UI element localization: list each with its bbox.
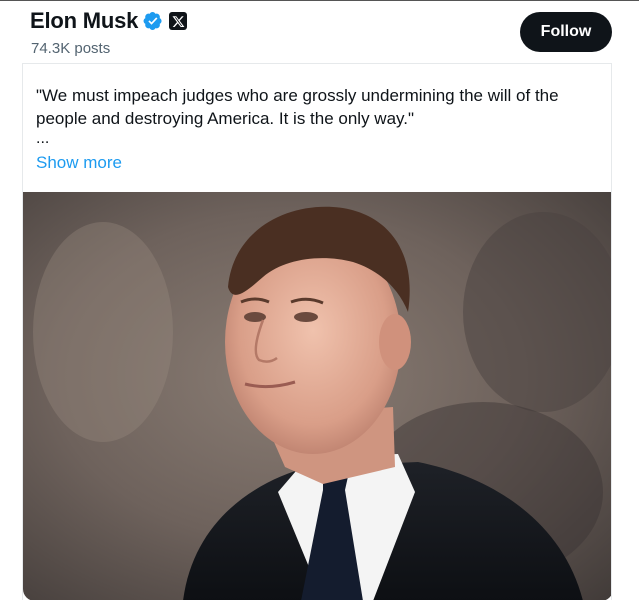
name-row: Elon Musk: [30, 8, 188, 34]
photo-illustration: [23, 192, 611, 600]
profile-header: Elon Musk 74.3K posts Follow: [0, 0, 639, 66]
tweet-text: "We must impeach judges who are grossly …: [36, 86, 559, 128]
tweet-card[interactable]: "We must impeach judges who are grossly …: [22, 63, 612, 600]
verified-badge-icon: [143, 12, 162, 30]
post-count: 74.3K posts: [31, 40, 111, 57]
x-logo-icon: [169, 12, 188, 30]
tweet-screenshot: Elon Musk 74.3K posts Follow "We must im…: [0, 0, 639, 600]
follow-button[interactable]: Follow: [520, 12, 612, 52]
display-name[interactable]: Elon Musk: [30, 8, 138, 34]
tweet-ellipsis: ...: [36, 130, 50, 147]
tweet-photo[interactable]: [23, 192, 611, 600]
show-more-link[interactable]: Show more: [36, 153, 122, 173]
